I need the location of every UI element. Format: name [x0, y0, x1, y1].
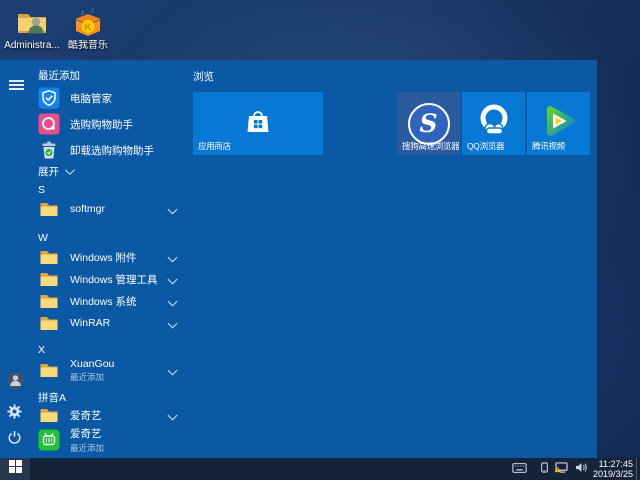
app-row-shopping-assistant[interactable]: 选购购物助手	[38, 112, 188, 136]
svg-text:♫: ♫	[89, 6, 95, 15]
folder-icon	[38, 312, 60, 334]
pc-manager-shield-icon	[38, 87, 60, 109]
usb-device-icon[interactable]	[541, 460, 548, 478]
section-letter-X[interactable]: X	[38, 344, 45, 356]
system-tray	[512, 458, 588, 480]
uninstall-trash-icon	[38, 139, 60, 161]
clock-time: 11:27:45	[593, 459, 633, 469]
user-folder-icon	[15, 6, 49, 40]
tile-qq-browser[interactable]: QQ浏览器	[462, 92, 525, 155]
start-menu: 最近添加 电脑管家 选购购物助手	[0, 60, 597, 458]
shopping-assistant-icon	[38, 113, 60, 135]
folder-row-winrar[interactable]: WinRAR	[38, 312, 188, 334]
recent-added-sublabel: 最近添加	[70, 442, 104, 454]
desktop-icon-label: Administra...	[4, 40, 60, 51]
chevron-down-icon[interactable]	[168, 296, 178, 306]
tile-group-header[interactable]: 浏览	[193, 69, 214, 84]
chevron-down-icon[interactable]	[168, 410, 178, 420]
desktop-icon-administrator[interactable]: Administra...	[4, 6, 60, 51]
recent-added-sublabel: 最近添加	[70, 371, 114, 383]
start-button[interactable]	[0, 458, 30, 480]
sogou-browser-icon: S	[408, 103, 450, 145]
section-letter-pinyin-A[interactable]: 拼音A	[38, 390, 66, 405]
windows-logo-icon	[9, 460, 22, 478]
svg-text:♪: ♪	[80, 7, 85, 17]
desktop-icon-label: 酷我音乐	[60, 40, 116, 51]
user-avatar[interactable]	[7, 372, 23, 388]
chevron-down-icon[interactable]	[168, 252, 178, 262]
touch-keyboard-icon[interactable]	[512, 460, 527, 478]
settings-gear-icon[interactable]	[7, 404, 23, 420]
tile-tencent-video[interactable]: 腾讯视频	[527, 92, 590, 155]
kuwo-music-icon: ♪ ♫ K	[71, 6, 105, 40]
taskbar: 11:27:45 2019/3/25	[0, 458, 640, 480]
app-row-iqiyi[interactable]: 爱奇艺 最近添加	[38, 426, 188, 454]
chevron-down-icon[interactable]	[168, 318, 178, 328]
folder-icon	[38, 268, 60, 290]
tile-app-store[interactable]: 应用商店	[193, 92, 323, 155]
folder-row-iqiyi[interactable]: 爱奇艺	[38, 404, 188, 426]
chevron-down-icon[interactable]	[168, 204, 178, 214]
app-row-pc-manager[interactable]: 电脑管家	[38, 86, 188, 110]
volume-icon[interactable]	[575, 460, 588, 478]
desktop-icon-kuwo-music[interactable]: ♪ ♫ K 酷我音乐	[60, 6, 116, 51]
folder-row-windows-system[interactable]: Windows 系统	[38, 290, 188, 312]
folder-icon	[38, 290, 60, 312]
svg-text:K: K	[84, 23, 92, 34]
folder-icon	[38, 198, 60, 220]
chevron-down-icon	[65, 165, 75, 175]
app-row-uninstall-shopping-assistant[interactable]: 卸载选购购物助手	[38, 138, 188, 162]
chevron-down-icon[interactable]	[168, 365, 178, 375]
menu-icon[interactable]	[9, 78, 25, 94]
section-letter-S[interactable]: S	[38, 184, 45, 196]
recent-added-header: 最近添加	[38, 68, 80, 83]
expand-toggle[interactable]: 展开	[38, 163, 188, 179]
store-icon	[243, 107, 273, 140]
chevron-down-icon[interactable]	[168, 274, 178, 284]
clock-date: 2019/3/25	[593, 469, 633, 479]
tile-sogou-browser[interactable]: S 搜狗高速浏览器	[397, 92, 460, 155]
power-icon[interactable]	[7, 430, 23, 446]
section-letter-W[interactable]: W	[38, 232, 48, 244]
folder-icon	[38, 404, 60, 426]
folder-row-windows-accessories[interactable]: Windows 附件	[38, 246, 188, 268]
show-desktop-button[interactable]	[636, 458, 640, 480]
folder-icon	[38, 359, 60, 381]
folder-row-xuangou[interactable]: XuanGou 最近添加	[38, 356, 188, 384]
folder-icon	[38, 246, 60, 268]
folder-row-softmgr[interactable]: softmgr	[38, 198, 188, 220]
clock[interactable]: 11:27:45 2019/3/25	[593, 459, 633, 479]
desktop: Administra... ♪ ♫ K 酷我音乐	[0, 0, 640, 480]
iqiyi-icon	[38, 429, 60, 451]
folder-row-windows-admin-tools[interactable]: Windows 管理工具	[38, 268, 188, 290]
network-warning-icon[interactable]	[554, 460, 569, 478]
